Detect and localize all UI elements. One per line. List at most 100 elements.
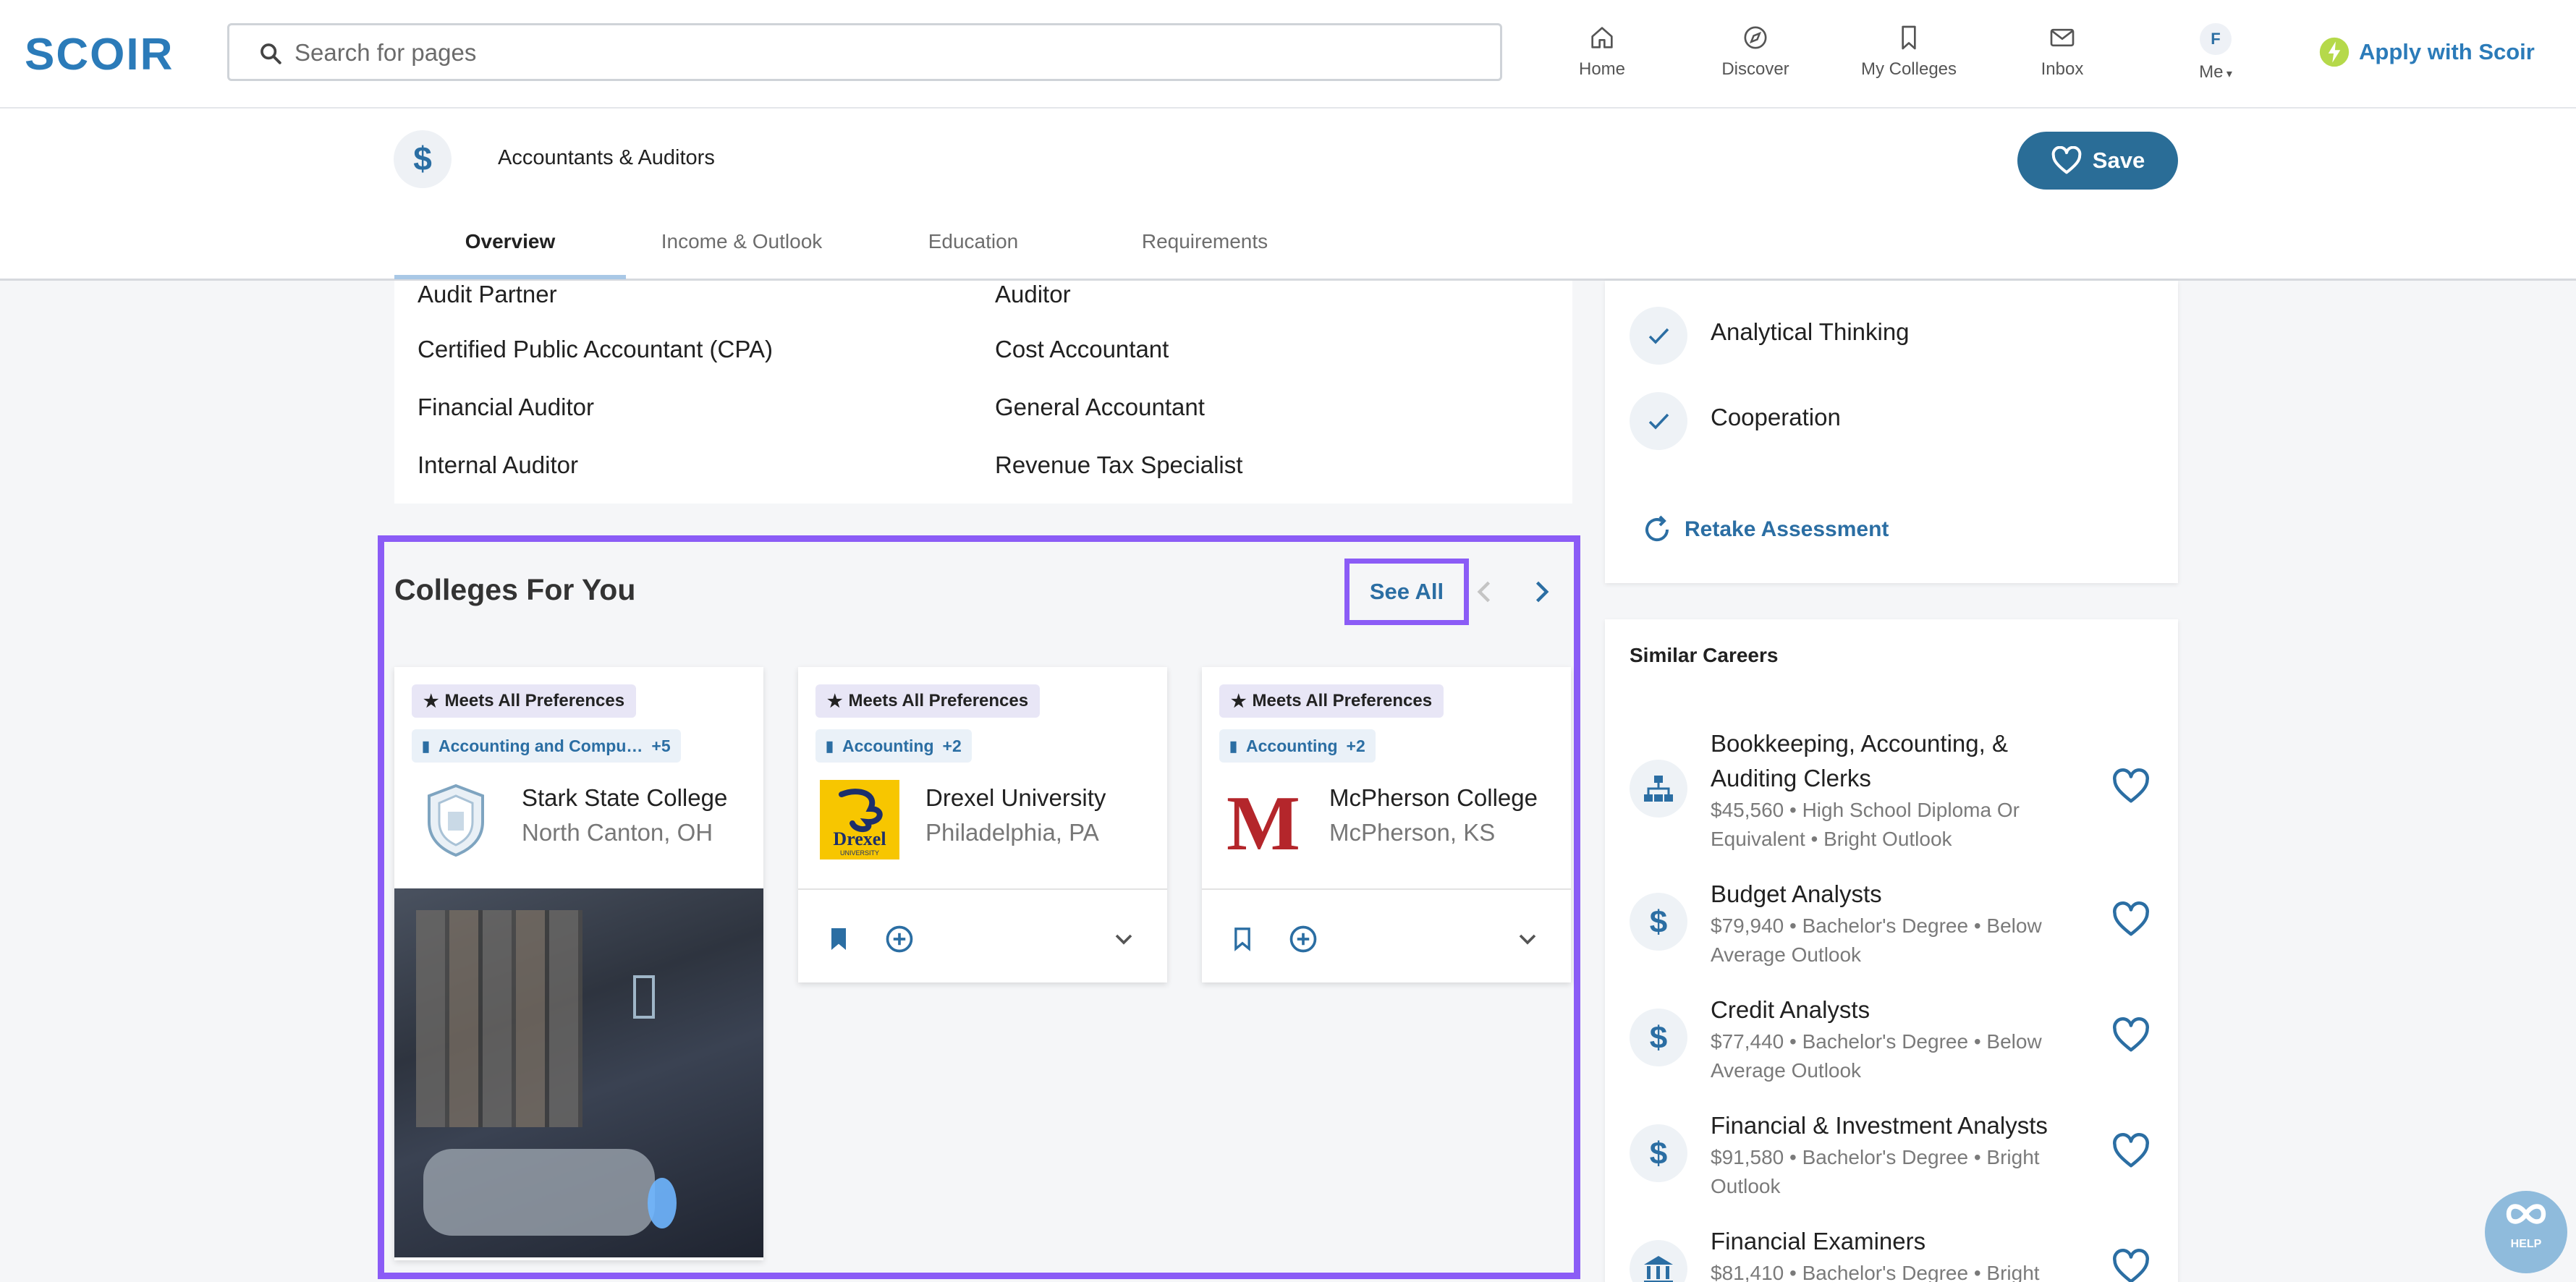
- college-name[interactable]: Drexel University: [925, 784, 1106, 812]
- preferences-badge: ★ Meets All Preferences: [1219, 684, 1444, 718]
- similar-careers-title: Similar Careers: [1630, 644, 1779, 666]
- nav-home[interactable]: Home: [1537, 20, 1667, 93]
- tab-overview[interactable]: Overview: [394, 230, 626, 279]
- check-icon: [1648, 328, 1669, 344]
- similar-career-title[interactable]: Financial Examiners: [1711, 1224, 2087, 1259]
- star-icon: ★: [423, 691, 439, 711]
- heart-icon[interactable]: [2111, 901, 2151, 938]
- nav-inbox-label: Inbox: [2041, 59, 2084, 79]
- career-icon-circle: $: [394, 130, 452, 188]
- book-icon: ▮: [1229, 738, 1238, 755]
- bookmark-filled-icon[interactable]: [824, 923, 853, 955]
- dollar-icon: $: [1650, 1136, 1667, 1171]
- major-more: +2: [942, 736, 962, 755]
- chevron-right-icon: [1535, 581, 1549, 603]
- avatar: F: [2200, 23, 2232, 55]
- chevron-left-icon: [1477, 581, 1491, 603]
- alt-title: Auditor: [995, 281, 1071, 307]
- skills-card: Analytical Thinking Cooperation Retake A…: [1605, 281, 2178, 583]
- add-circle-icon[interactable]: [1287, 923, 1319, 955]
- mcpherson-m-logo: M: [1224, 780, 1303, 867]
- org-chart-icon: [1644, 776, 1673, 802]
- college-card[interactable]: ★ Meets All Preferences ▮ Accounting +2 Dre…: [798, 667, 1167, 982]
- alt-title: Internal Auditor: [418, 451, 578, 478]
- bookmark-icon: [1902, 25, 1916, 50]
- retake-label: Retake Assessment: [1685, 517, 1889, 541]
- major-more: +5: [651, 736, 671, 755]
- chevron-down-icon[interactable]: [1109, 925, 1138, 954]
- svg-text:$: $: [413, 140, 432, 177]
- college-location: Philadelphia, PA: [925, 819, 1099, 846]
- similar-career-icon: [1630, 760, 1687, 818]
- apply-label: Apply with Scoir: [2359, 39, 2535, 64]
- similar-career-title[interactable]: Financial & Investment Analysts: [1711, 1108, 2087, 1143]
- home-icon: [1591, 27, 1613, 48]
- dollar-icon: $: [413, 140, 432, 177]
- heart-icon[interactable]: [2111, 1017, 2151, 1053]
- tab-income-outlook[interactable]: Income & Outlook: [626, 230, 857, 279]
- search-icon: [260, 43, 281, 64]
- heart-icon[interactable]: [2111, 1249, 2151, 1282]
- search-bar[interactable]: [227, 23, 1502, 81]
- major-badge: ▮ Accounting +2: [815, 729, 972, 763]
- tab-education[interactable]: Education: [857, 230, 1089, 279]
- add-circle-icon[interactable]: [884, 923, 915, 955]
- similar-career-title[interactable]: Credit Analysts: [1711, 993, 2087, 1027]
- carousel-prev-button[interactable]: [1469, 576, 1501, 611]
- carousel-next-button[interactable]: [1525, 576, 1557, 611]
- tab-label: Income & Outlook: [661, 230, 823, 252]
- college-photo: [394, 888, 763, 1257]
- similar-career-subtitle: $79,940 • Bachelor's Degree • Below Aver…: [1711, 914, 2042, 966]
- caret-down-icon: ▾: [2223, 68, 2232, 80]
- similar-career-title[interactable]: Bookkeeping, Accounting, & Auditing Cler…: [1711, 726, 2087, 796]
- nav-me[interactable]: F Me ▾: [2151, 20, 2281, 93]
- similar-career-title[interactable]: Budget Analysts: [1711, 877, 2087, 912]
- college-card[interactable]: ★ Meets All Preferences ▮ Accounting and C…: [394, 667, 763, 1260]
- similar-career-subtitle: $91,580 • Bachelor's Degree • Bright Out…: [1711, 1146, 2040, 1197]
- badge-label: Meets All Preferences: [1252, 691, 1433, 710]
- apply-with-scoir-link[interactable]: Apply with Scoir: [2318, 35, 2535, 69]
- help-label: HELP: [2510, 1238, 2542, 1250]
- bank-icon: [1644, 1256, 1673, 1282]
- tab-requirements[interactable]: Requirements: [1089, 230, 1321, 279]
- nav-my-colleges[interactable]: My Colleges: [1844, 20, 1974, 93]
- college-card[interactable]: ★ Meets All Preferences ▮ Accounting +2 M M…: [1202, 667, 1571, 982]
- heart-icon[interactable]: [2111, 768, 2151, 805]
- mcpherson-logo-text: M: [1226, 781, 1300, 859]
- chevron-down-icon[interactable]: [1513, 925, 1542, 954]
- dollar-icon: $: [1650, 1020, 1667, 1056]
- check-icon-circle: [1630, 307, 1687, 365]
- save-button[interactable]: Save: [2017, 132, 2178, 190]
- alt-title: Cost Accountant: [995, 336, 1169, 362]
- scoir-logo[interactable]: SCOIR: [25, 29, 174, 80]
- nav-discover[interactable]: Discover: [1690, 20, 1821, 93]
- alternate-titles-card: Audit Partner Certified Public Accountan…: [394, 281, 1572, 504]
- alt-title: General Accountant: [995, 394, 1205, 420]
- similar-career-subtitle: $81,410 • Bachelor's Degree • Bright: [1711, 1262, 2040, 1282]
- help-button[interactable]: HELP: [2485, 1191, 2567, 1273]
- major-badge: ▮ Accounting +2: [1219, 729, 1376, 763]
- alt-title: Financial Auditor: [418, 394, 594, 420]
- compass-icon: [1744, 26, 1767, 49]
- major-more: +2: [1346, 736, 1365, 755]
- svg-text:$: $: [1650, 1020, 1667, 1056]
- svg-text:$: $: [1650, 904, 1667, 940]
- similar-career-icon: [1630, 1240, 1687, 1282]
- heart-icon[interactable]: [2111, 1133, 2151, 1169]
- tab-label: Education: [928, 230, 1019, 252]
- bookmark-icon[interactable]: [1228, 923, 1257, 955]
- see-all-button[interactable]: See All: [1352, 566, 1462, 618]
- card-actions: [798, 888, 1167, 982]
- book-icon: ▮: [826, 738, 834, 755]
- shield-crest-logo: [416, 780, 496, 859]
- college-name[interactable]: Stark State College: [522, 784, 727, 812]
- retake-assessment-link[interactable]: Retake Assessment: [1640, 512, 1889, 547]
- mail-icon: [2050, 28, 2075, 47]
- college-name[interactable]: McPherson College: [1329, 784, 1538, 812]
- search-input[interactable]: [295, 35, 1452, 70]
- heart-icon: [2051, 146, 2082, 174]
- preferences-badge: ★ Meets All Preferences: [412, 684, 637, 718]
- check-icon: [1648, 413, 1669, 430]
- similar-career-icon: $: [1630, 893, 1687, 951]
- nav-inbox[interactable]: Inbox: [1997, 20, 2127, 93]
